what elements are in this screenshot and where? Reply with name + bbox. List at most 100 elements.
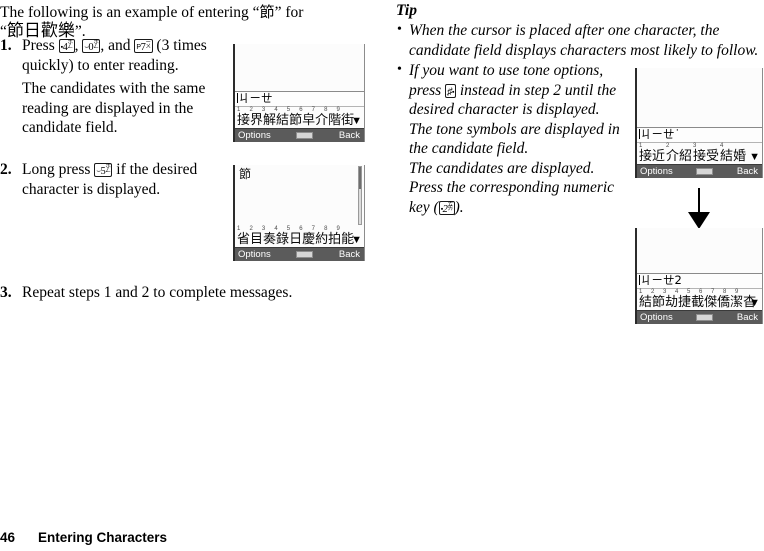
more-candidates-chevron-down-icon[interactable]: ▼	[351, 235, 362, 246]
step-1-lead: Press	[22, 37, 59, 54]
step-3-body: Repeat steps 1 and 2 to complete message…	[22, 283, 340, 303]
candidate-item[interactable]: 結	[639, 295, 652, 310]
softkey-options-button[interactable]: Options	[637, 312, 673, 323]
left-column: The following is an example of entering …	[0, 0, 380, 301]
softkey-center-icon[interactable]	[296, 251, 314, 258]
screen2-scrollbar[interactable]	[358, 166, 362, 225]
candidate-item[interactable]: 潔	[730, 295, 743, 310]
handset-screen-tip-result: ㄐㄧㄝ2 123456789 結節劫捷截傑僑潔杳 ▼ Options Back	[635, 228, 763, 324]
softkey-back-button[interactable]: Back	[737, 312, 762, 323]
candidate-item[interactable]: 節	[289, 113, 302, 128]
screen3-text-area	[637, 68, 762, 127]
softkey-back-button[interactable]: Back	[737, 166, 762, 177]
screen3-softkey-bar: Options Back	[637, 164, 762, 178]
key-4-icon: ▪4 ホㄥ	[58, 39, 75, 53]
candidate-item[interactable]: 目	[250, 232, 263, 247]
candidate-item[interactable]: 約	[315, 232, 328, 247]
step-1-number: 1.	[0, 37, 12, 54]
candidate-item[interactable]: 節	[652, 295, 665, 310]
screen3-candidate-field: 1234 接近 介紹 接受 結婚 ▼	[637, 143, 762, 164]
candidate-item[interactable]: 接近	[639, 149, 666, 164]
candidate-item[interactable]: 階	[328, 113, 341, 128]
softkey-center-icon[interactable]	[696, 168, 714, 175]
key-5-icon: ⌣5 ホㄥ	[94, 163, 113, 177]
screen2-candidate-field: 123456789 省目奏錄日慶約拍能 ▼	[235, 226, 364, 247]
softkey-center-icon[interactable]	[296, 132, 314, 139]
manual-page: The following is an example of entering …	[0, 0, 764, 551]
screen2-entered-char: 節	[239, 167, 252, 181]
more-candidates-chevron-down-icon[interactable]: ▼	[351, 116, 362, 127]
step-2-lead: Long press	[22, 161, 95, 178]
step-1-mid-1: ,	[74, 37, 83, 54]
softkey-options-button[interactable]: Options	[235, 249, 271, 260]
softkey-options-button[interactable]: Options	[235, 130, 271, 141]
candidate-item[interactable]: 奏	[263, 232, 276, 247]
candidate-item[interactable]: 截	[691, 295, 704, 310]
candidate-item[interactable]: 慶	[302, 232, 315, 247]
screen4-softkey-bar: Options Back	[637, 310, 762, 324]
softkey-back-button[interactable]: Back	[339, 130, 364, 141]
more-candidates-chevron-down-icon[interactable]: ▼	[749, 298, 760, 309]
footer-chapter-title: Entering Characters	[38, 530, 168, 545]
screen1-reading-text: ㄐㄧㄝ	[238, 91, 273, 105]
tip-item-1: When the cursor is placed after one char…	[396, 20, 764, 60]
candidate-item[interactable]: 日	[289, 232, 302, 247]
more-candidates-chevron-down-icon[interactable]: ▼	[749, 152, 760, 163]
step-1-body: Press ▪4 ホㄥ, ⌣0 ホㄥ, and P7 ㄧㄨ (3 times quic…	[22, 36, 212, 138]
handset-screen-step2: 節 123456789 省目奏錄日慶約拍能 ▼ Options Back	[233, 165, 365, 261]
screen2-candidates[interactable]: 省目奏錄日慶約拍能	[237, 232, 363, 247]
candidate-item[interactable]: 介	[315, 113, 328, 128]
tip-2-text-d: ).	[454, 198, 464, 216]
key-7-icon: P7 ㄧㄨ	[134, 39, 153, 53]
softkey-back-button[interactable]: Back	[339, 249, 364, 260]
screen1-candidates[interactable]: 接界解結節皁介階街	[237, 113, 363, 128]
step-1-mid-2: , and	[100, 37, 135, 54]
key-hash-icon: ♯▪	[445, 83, 456, 98]
screen4-reading-field: ㄐㄧㄝ2	[637, 273, 762, 289]
step-2-number: 2.	[0, 161, 12, 178]
screen2-softkey-bar: Options Back	[235, 247, 364, 261]
step-1-note: The candidates with the same reading are…	[22, 80, 206, 136]
screen1-softkey-bar: Options Back	[235, 128, 364, 142]
intro-text-2: ” for	[274, 4, 304, 21]
candidate-item[interactable]: 捷	[678, 295, 691, 310]
candidate-item[interactable]: 結	[276, 113, 289, 128]
tip-heading: Tip	[396, 2, 417, 19]
screen1-reading-field: ㄐㄧㄝ	[235, 91, 364, 107]
key-2-icon: ▪2 ㄊㄞ	[438, 200, 455, 215]
screen3-reading-text: ㄐㄧㄝ˙	[640, 127, 681, 141]
step-3-number: 3.	[0, 284, 12, 301]
intro-text-1: The following is an example of entering …	[0, 4, 260, 21]
candidate-item[interactable]: 劫	[665, 295, 678, 310]
screen3-candidates[interactable]: 接近 介紹 接受 結婚	[639, 149, 761, 164]
step-2-body: Long press ⌣5 ホㄥ if the desired character…	[22, 160, 228, 199]
screen1-candidate-field: 123456789 接界解結節皁介階街 ▼	[235, 107, 364, 128]
screen2-text-area: 節	[235, 165, 364, 226]
candidate-item[interactable]: 皁	[302, 113, 315, 128]
screen4-reading-text: ㄐㄧㄝ2	[640, 273, 682, 287]
candidate-item[interactable]: 僑	[717, 295, 730, 310]
screen3-reading-field: ㄐㄧㄝ˙	[637, 127, 762, 143]
candidate-item[interactable]: 解	[263, 113, 276, 128]
screen4-text-area	[637, 228, 762, 273]
softkey-options-button[interactable]: Options	[637, 166, 673, 177]
candidate-item[interactable]: 界	[250, 113, 263, 128]
candidate-item[interactable]: 接受	[693, 149, 720, 164]
candidate-item[interactable]: 接	[237, 113, 250, 128]
handset-screen-step1: ㄐㄧㄝ 123456789 接界解結節皁介階街 ▼ Options Back	[233, 44, 365, 142]
candidate-item[interactable]: 省	[237, 232, 250, 247]
candidate-item[interactable]: 結婚	[720, 149, 747, 164]
candidate-item[interactable]: 介紹	[666, 149, 693, 164]
candidate-item[interactable]: 拍	[328, 232, 341, 247]
intro-char-jie: 節	[259, 3, 275, 21]
step-1-instruction: Press ▪4 ホㄥ, ⌣0 ホㄥ, and P7 ㄧㄨ (3 times quic…	[22, 36, 212, 75]
screen4-candidate-field: 123456789 結節劫捷截傑僑潔杳 ▼	[637, 289, 762, 310]
tip-1-text: When the cursor is placed after one char…	[409, 22, 759, 59]
candidate-item[interactable]: 錄	[276, 232, 289, 247]
candidate-item[interactable]: 傑	[704, 295, 717, 310]
screen4-candidates[interactable]: 結節劫捷截傑僑潔杳	[639, 295, 761, 310]
step-3-instruction: Repeat steps 1 and 2 to complete message…	[22, 284, 293, 301]
step-3: 3. Repeat steps 1 and 2 to complete mess…	[0, 283, 340, 303]
softkey-center-icon[interactable]	[696, 314, 714, 321]
step-2-instruction: Long press ⌣5 ホㄥ if the desired character…	[22, 160, 228, 199]
